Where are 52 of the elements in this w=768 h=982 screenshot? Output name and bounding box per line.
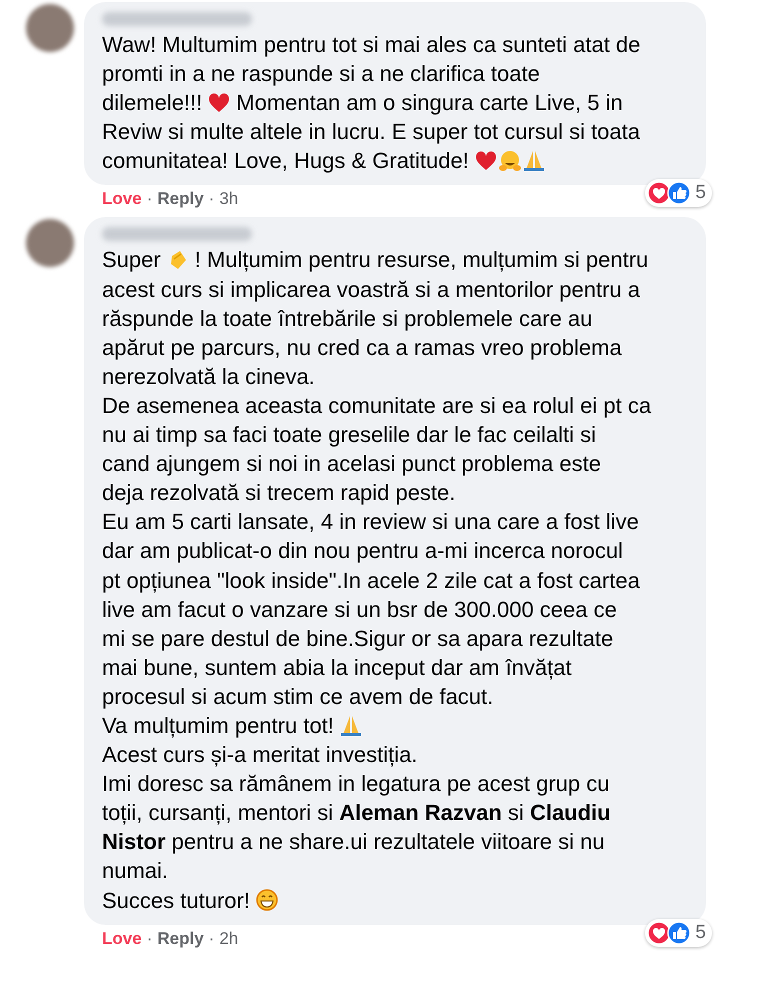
reaction-count: 5 bbox=[695, 922, 706, 944]
reaction-count: 5 bbox=[695, 182, 706, 204]
comment-text: Waw! Multumim pentru tot si mai ales ca sunteti atat de bbox=[102, 31, 640, 59]
comment-text: procesul si acum stim ce avem de facut. bbox=[102, 682, 494, 711]
comment-text: Super bbox=[102, 246, 161, 274]
comment-text: De asemenea aceasta comunitate are si ea rolul ei pt ca bbox=[102, 392, 652, 420]
comment-text: comunitatea! Love, Hugs & Gratitude! bbox=[102, 147, 469, 176]
timestamp: 2h bbox=[219, 928, 238, 949]
separator-dot: · bbox=[208, 928, 214, 949]
comment-text: Momentan am o singura carte Live, 5 in bbox=[236, 89, 623, 118]
comment-text: ! Mulțumim pentru resurse, mulțumim si pentru bbox=[194, 246, 648, 274]
avatar[interactable] bbox=[26, 4, 74, 52]
comment-text: mai bune, suntem abia la inceput dar am învățat bbox=[102, 654, 572, 682]
timestamp: 3h bbox=[219, 189, 238, 210]
comment-text: mi se pare destul de bine.Sigur or sa apara rezultate bbox=[102, 624, 614, 653]
comment-text: nerezolvată la cineva. bbox=[102, 362, 315, 391]
comment-text: toții, cursanți, mentori si Aleman Razvan si Claudiu bbox=[102, 799, 611, 828]
like-reaction-icon bbox=[667, 181, 692, 206]
reply-link[interactable]: Reply bbox=[157, 189, 204, 210]
grinning-face-emoji-icon bbox=[254, 888, 279, 912]
separator-dot: · bbox=[146, 928, 152, 949]
separator-dot: · bbox=[208, 189, 214, 210]
heart-emoji-icon bbox=[207, 90, 232, 115]
love-link[interactable]: Love bbox=[102, 928, 142, 949]
comment-text: Va mulțumim pentru tot! bbox=[102, 712, 334, 740]
comment-text: cand ajungem si noi in acelasi punct problema este bbox=[102, 450, 601, 478]
separator-dot: · bbox=[146, 189, 152, 210]
love-link[interactable]: Love bbox=[102, 189, 142, 210]
comment-text: Eu am 5 carti lansate, 4 in review si una care a fost live bbox=[102, 508, 639, 536]
avatar[interactable] bbox=[26, 219, 74, 268]
comment-text: promti in a ne raspunde si a ne clarifica toate bbox=[102, 60, 540, 88]
comment-text: live am facut o vanzare si un bsr de 300.000 ceea ce bbox=[102, 596, 617, 624]
reply-link[interactable]: Reply bbox=[157, 928, 204, 949]
heart-emoji-icon bbox=[474, 148, 498, 173]
hugging-face-emoji-icon bbox=[498, 148, 522, 173]
comment-text: Reviw si multe altele in lucru. E super tot cursul si toata bbox=[102, 118, 640, 146]
comment-text: numai. bbox=[102, 857, 168, 886]
comment-text: răspunde la toate întrebările si problemele care au bbox=[102, 304, 592, 333]
comment-text: deja rezolvată si trecem rapid peste. bbox=[102, 479, 456, 508]
comment-text: Acest curs și-a meritat investiția. bbox=[102, 741, 418, 770]
comment-text: Nistor pentru a ne share.ui rezultatele viitoare si nu bbox=[102, 828, 605, 856]
comment-text: acest curs si implicarea voastră si a mentorilor pentru a bbox=[102, 276, 640, 304]
like-reaction-icon bbox=[667, 920, 692, 945]
reaction-summary[interactable]: 5 bbox=[645, 179, 712, 208]
comment-text: apărut pe parcurs, nu cred ca a ramas vreo problema bbox=[102, 334, 622, 362]
comment-text: dilemele!!! bbox=[102, 89, 202, 118]
comment-text: Imi doresc sa rămânem in legatura pe acest grup cu bbox=[102, 770, 610, 798]
reaction-summary[interactable]: 5 bbox=[645, 918, 712, 947]
comment-text: pt opțiunea "look inside".In acele 2 zile cat a fost cartea bbox=[102, 566, 640, 595]
comment-text: nu ai timp sa faci toate greselile dar le fac ceilalti si bbox=[102, 421, 596, 450]
comment-text: Succes tuturor! bbox=[102, 886, 250, 915]
comment-text: dar am publicat-o din nou pentru a-mi incerca norocul bbox=[102, 537, 623, 566]
